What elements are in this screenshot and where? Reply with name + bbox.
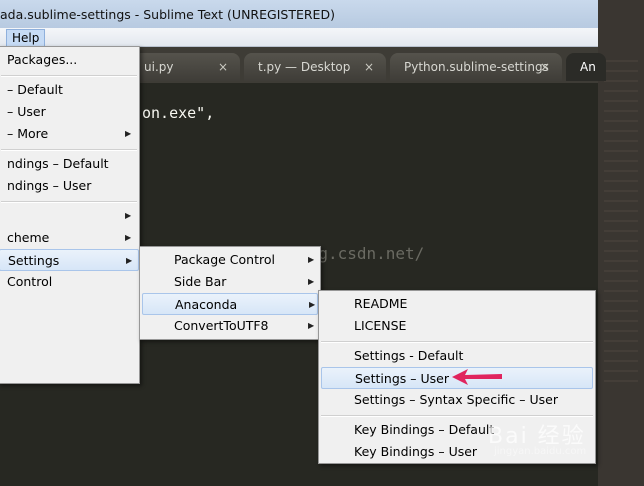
- menu-separator: [321, 415, 593, 417]
- menu-item-color-scheme[interactable]: cheme ▶: [0, 227, 139, 249]
- menu-item-label: ConvertToUTF8: [174, 318, 269, 333]
- close-icon[interactable]: ×: [218, 53, 228, 81]
- menu-item-anaconda[interactable]: Anaconda ▶: [142, 293, 318, 315]
- menu-item-label: ndings – Default: [7, 156, 109, 171]
- menu-separator: [321, 341, 593, 343]
- window-title: ada.sublime-settings - Sublime Text (UNR…: [0, 7, 335, 22]
- tab-t-py-desktop[interactable]: t.py — Desktop ×: [244, 53, 386, 81]
- menu-item-font[interactable]: ▶: [0, 205, 139, 227]
- menu-item-settings-default[interactable]: – Default: [0, 79, 139, 101]
- menu-item-label: Anaconda: [175, 297, 238, 312]
- submenu-arrow-icon: ▶: [126, 256, 133, 265]
- tab-python-settings[interactable]: Python.sublime-settings ×: [390, 53, 562, 81]
- submenu-arrow-icon: ▶: [125, 211, 132, 220]
- tab-anaconda-settings[interactable]: An: [566, 53, 606, 81]
- menu-item-package-control[interactable]: Package Control ▶: [142, 249, 318, 271]
- close-icon[interactable]: ×: [540, 53, 550, 81]
- menu-item-label: Key Bindings – Default: [354, 422, 495, 437]
- annotation-arrow-icon: [452, 369, 502, 385]
- preferences-menu: Packages... – Default – User – More ▶ ndi…: [0, 46, 140, 384]
- menu-item-settings-default[interactable]: Settings - Default: [321, 345, 593, 367]
- menu-item-label: Side Bar: [174, 274, 227, 289]
- menu-item-browse-packages[interactable]: Packages...: [0, 49, 139, 71]
- menu-bar: Help: [0, 28, 598, 47]
- submenu-arrow-icon: ▶: [309, 300, 316, 309]
- tab-label: An: [580, 60, 596, 74]
- menu-item-key-bindings-user[interactable]: ndings – User: [0, 175, 139, 197]
- menu-item-label: cheme: [7, 230, 50, 245]
- menu-help[interactable]: Help: [6, 29, 46, 47]
- menu-item-label: Settings – Syntax Specific – User: [354, 392, 558, 407]
- code-line: on.exe",: [142, 104, 215, 122]
- menu-item-label: Packages...: [7, 52, 78, 67]
- submenu-arrow-icon: ▶: [125, 129, 132, 138]
- menu-item-label: README: [354, 296, 408, 311]
- menu-item-key-bindings-default[interactable]: ndings – Default: [0, 153, 139, 175]
- baidu-jingyan-url: jingyan.baidu.com: [494, 446, 587, 457]
- menu-item-package-settings[interactable]: Settings ▶: [0, 249, 139, 271]
- menu-item-settings-more[interactable]: – More ▶: [0, 123, 139, 145]
- menu-item-package-control[interactable]: Control: [0, 271, 139, 293]
- menu-separator: [1, 201, 137, 203]
- menu-item-label: – Default: [7, 82, 63, 97]
- submenu-arrow-icon: ▶: [308, 255, 315, 264]
- menu-item-label: Settings - Default: [354, 348, 464, 363]
- window-titlebar: ada.sublime-settings - Sublime Text (UNR…: [0, 0, 598, 30]
- menu-item-label: Control: [7, 274, 53, 289]
- submenu-arrow-icon: ▶: [308, 277, 315, 286]
- tab-label: t.py — Desktop: [258, 60, 351, 74]
- menu-item-settings-syntax-specific-user[interactable]: Settings – Syntax Specific – User: [321, 389, 593, 411]
- menu-item-label: Key Bindings – User: [354, 444, 478, 459]
- menu-item-license[interactable]: LICENSE: [321, 315, 593, 337]
- menu-item-readme[interactable]: README: [321, 293, 593, 315]
- menu-item-label: Package Control: [174, 252, 275, 267]
- menu-item-side-bar[interactable]: Side Bar ▶: [142, 271, 318, 293]
- menu-item-converttoutf8[interactable]: ConvertToUTF8 ▶: [142, 315, 318, 337]
- menu-item-label: Settings: [8, 253, 60, 268]
- menu-separator: [1, 149, 137, 151]
- menu-item-settings-user[interactable]: – User: [0, 101, 139, 123]
- menu-separator: [1, 75, 137, 77]
- close-icon[interactable]: ×: [364, 53, 374, 81]
- submenu-arrow-icon: ▶: [125, 233, 132, 242]
- submenu-arrow-icon: ▶: [308, 321, 315, 330]
- menu-item-label: – More: [7, 126, 49, 141]
- package-settings-submenu: Package Control ▶ Side Bar ▶ Anaconda ▶ Con…: [139, 246, 321, 340]
- menu-item-label: – User: [7, 104, 46, 119]
- menu-item-label: ndings – User: [7, 178, 92, 193]
- menu-item-label: Settings – User: [355, 371, 449, 386]
- menu-item-label: LICENSE: [354, 318, 407, 333]
- tab-label: Python.sublime-settings: [404, 60, 549, 74]
